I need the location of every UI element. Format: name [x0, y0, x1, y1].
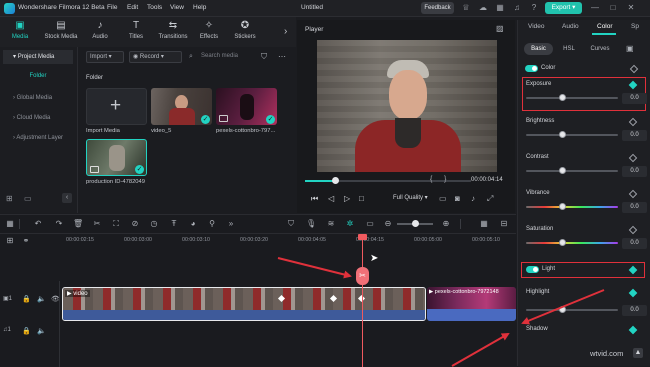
arrow-to-split	[277, 257, 352, 279]
mouse-cursor-icon: ➤	[370, 253, 379, 264]
arrow-to-timeline	[521, 289, 605, 325]
arrow-to-light	[451, 333, 510, 367]
annotation-arrows	[277, 257, 605, 367]
